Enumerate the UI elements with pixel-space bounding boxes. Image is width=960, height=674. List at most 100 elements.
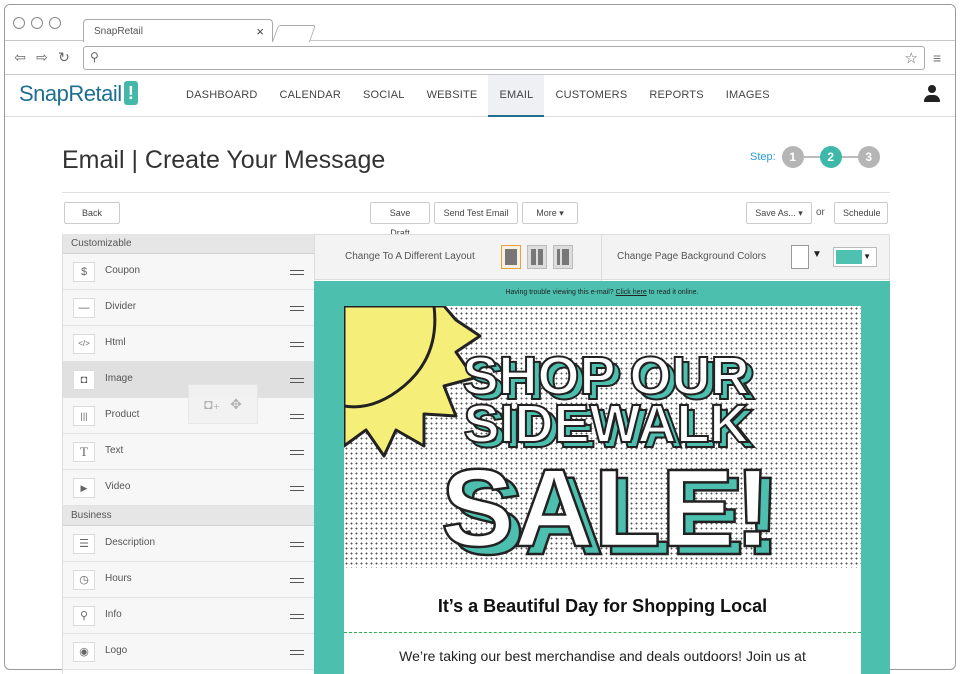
block-label: Html [105,337,126,348]
block-label: Image [105,373,133,384]
block-video[interactable]: ▶ Video [63,470,314,506]
coupon-icon: $ [73,262,95,282]
drag-handle-icon[interactable] [290,342,304,347]
divider-icon: — [73,298,95,318]
video-icon: ▶ [73,478,95,498]
drag-handle-icon[interactable] [290,378,304,383]
tab-close-icon[interactable]: × [256,24,264,39]
new-tab-button[interactable] [271,25,317,42]
send-test-email-button[interactable]: Send Test Email [434,202,518,224]
click-here-link[interactable]: Click here [616,289,647,296]
nav-customers[interactable]: CUSTOMERS [544,75,638,117]
email-headline[interactable]: It’s a Beautiful Day for Shopping Local [344,596,861,617]
html-icon: </> [73,334,95,354]
reload-icon[interactable]: ↻ [57,49,71,66]
layout-options [501,245,573,269]
layout-two-column-icon[interactable] [527,245,547,269]
block-coupon[interactable]: $ Coupon [63,254,314,290]
nav-social[interactable]: SOCIAL [352,75,416,117]
hero-line2: SIDEWALK [463,394,748,454]
drag-handle-icon[interactable] [290,414,304,419]
block-html[interactable]: </> Html [63,326,314,362]
block-text[interactable]: T Text [63,434,314,470]
block-label: Hours [105,573,132,584]
hero-line3: SALE! [441,447,771,568]
block-description[interactable]: ☰ Description [63,526,314,562]
step-2[interactable]: 2 [819,146,842,168]
drag-handle-icon[interactable] [290,486,304,491]
content-blocks-sidebar: Customizable $ Coupon — Divider </> Html… [62,234,314,674]
email-preview-canvas: Having trouble viewing this e-mail? Clic… [314,281,890,674]
page-bg-dropdown-icon[interactable]: ▼ [812,249,822,260]
window-minimize-icon[interactable] [31,17,43,29]
block-hours[interactable]: ◷ Hours [63,562,314,598]
save-as-dropdown[interactable]: Save As... ▾ [746,202,812,224]
address-bar-row: ⇦ ⇨ ↻ ⚲ ☆ ≡ [5,41,955,75]
nav-email[interactable]: EMAIL [488,75,545,117]
sidewalk-sale-graphic: SHOP OUR SHOP OUR SIDEWALK SIDEWALK SALE… [344,306,782,568]
background-colors-label: Change Page Background Colors [617,251,766,262]
dashed-divider [344,632,861,633]
email-body-block[interactable]: It’s a Beautiful Day for Shopping Local … [344,568,861,674]
browser-tab-bar: SnapRetail × [5,5,955,42]
logo-mark: ! [123,81,138,105]
step-1[interactable]: 1 [781,146,804,168]
block-label: Video [105,481,131,492]
logo-icon: ◉ [73,642,95,662]
layout-sidebar-icon[interactable] [553,245,573,269]
search-icon: ⚲ [90,49,99,64]
page-title: Email | Create Your Message [62,146,386,174]
drag-handle-icon[interactable] [290,650,304,655]
nav-dashboard[interactable]: DASHBOARD [175,75,268,117]
snapretail-logo[interactable]: SnapRetail! [19,81,138,107]
clock-icon: ◷ [73,570,95,590]
step-3[interactable]: 3 [857,146,880,168]
browser-tab-title: SnapRetail [94,26,143,37]
forward-arrow-icon[interactable]: ⇨ [35,49,49,66]
drag-handle-icon[interactable] [290,306,304,311]
drag-handle-icon[interactable] [290,450,304,455]
layout-label: Change To A Different Layout [345,251,475,262]
block-label: Product [105,409,140,420]
more-dropdown[interactable]: More ▾ [522,202,578,224]
view-online-notice: Having trouble viewing this e-mail? Clic… [314,289,890,296]
hero-image[interactable]: SHOP OUR SHOP OUR SIDEWALK SIDEWALK SALE… [344,306,861,568]
block-info[interactable]: ⚲ Info [63,598,314,634]
app-navbar: SnapRetail! DASHBOARD CALENDAR SOCIAL WE… [5,75,955,117]
browser-tab[interactable]: SnapRetail × [83,19,273,42]
design-toolbar: Change To A Different Layout Change Page… [314,234,890,281]
drag-handle-icon[interactable] [290,578,304,583]
step-indicator: Step: 1 2 3 [750,146,880,168]
drag-handle-icon[interactable] [290,270,304,275]
window-maximize-icon[interactable] [49,17,61,29]
page-bg-color-swatch[interactable] [791,245,809,269]
schedule-button[interactable]: Schedule [834,202,888,224]
drag-ghost: ◘₊ ✥ [188,384,258,424]
content-bg-color-picker[interactable]: ▼ [833,247,877,267]
drag-handle-icon[interactable] [290,542,304,547]
title-divider [62,192,890,193]
block-divider[interactable]: — Divider [63,290,314,326]
browser-menu-icon[interactable]: ≡ [933,50,947,66]
block-label: Logo [105,645,128,656]
block-label: Info [105,609,122,620]
nav-images[interactable]: IMAGES [715,75,781,117]
layout-single-column-icon[interactable] [501,245,521,269]
save-draft-button[interactable]: Save Draft [370,202,430,238]
email-body-text[interactable]: We’re taking our best merchandise and de… [344,648,861,664]
url-input[interactable]: ⚲ ☆ [83,45,925,70]
back-button[interactable]: Back [64,202,120,224]
block-label: Description [105,537,156,548]
bookmark-star-icon[interactable]: ☆ [905,49,918,67]
nav-reports[interactable]: REPORTS [638,75,714,117]
sun-graphic [344,306,482,458]
nav-website[interactable]: WEBSITE [416,75,489,117]
drag-handle-icon[interactable] [290,614,304,619]
steps-label: Step: [750,151,776,163]
user-account-icon[interactable] [923,85,941,105]
window-close-icon[interactable] [13,17,25,29]
customizable-section-header: Customizable [63,234,314,254]
block-logo[interactable]: ◉ Logo [63,634,314,670]
nav-calendar[interactable]: CALENDAR [268,75,352,117]
back-arrow-icon[interactable]: ⇦ [13,49,27,66]
